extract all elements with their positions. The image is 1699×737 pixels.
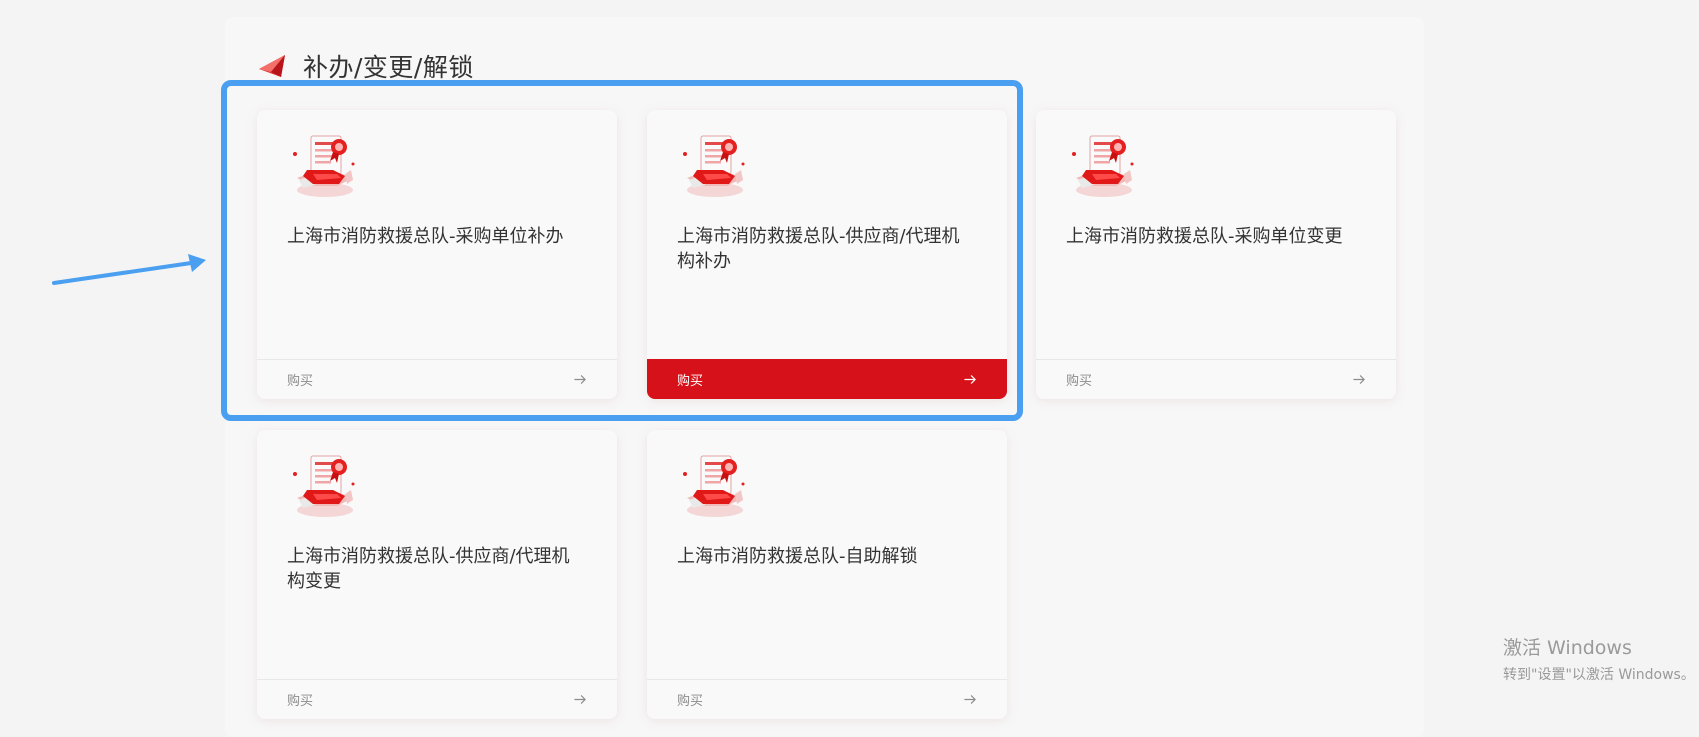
red-paper-plane-icon [259,55,285,77]
arrow-right-icon [574,693,587,706]
annotation-arrow-icon [52,254,206,285]
buy-label: 购买 [677,694,704,709]
watermark-subtitle: 转到"设置"以激活 Windows。 [1503,667,1695,683]
arrow-right-icon [964,373,977,386]
buy-label: 购买 [677,374,704,389]
buy-label: 购买 [1066,374,1093,389]
buy-button[interactable]: 购买 [647,679,1007,719]
product-card-self-unlock[interactable]: 上海市消防救援总队-自助解锁 购买 [647,430,1007,719]
certificate-document-icon [1068,130,1140,202]
arrow-right-icon [964,693,977,706]
arrow-right-icon [1353,373,1366,386]
section-header: 补办/变更/解锁 [257,48,474,84]
section-title: 补办/变更/解锁 [303,53,474,82]
buy-button[interactable]: 购买 [647,359,1007,399]
buy-button[interactable]: 购买 [257,359,617,399]
watermark-title: 激活 Windows [1503,637,1632,659]
certificate-document-icon [289,450,361,522]
card-title: 上海市消防救援总队-供应商/代理机构补办 [677,226,960,272]
card-title: 上海市消防救援总队-采购单位补办 [287,226,564,247]
product-card-supplier-change[interactable]: 上海市消防救援总队-供应商/代理机构变更 购买 [257,430,617,719]
buy-label: 购买 [287,694,314,709]
windows-activation-watermark: 激活 Windows 转到"设置"以激活 Windows。 [1503,633,1695,684]
arrow-right-icon [574,373,587,386]
product-card-purchaser-reissue[interactable]: 上海市消防救援总队-采购单位补办 购买 [257,110,617,399]
product-card-supplier-reissue[interactable]: 上海市消防救援总队-供应商/代理机构补办 购买 [647,110,1007,399]
product-card-purchaser-change[interactable]: 上海市消防救援总队-采购单位变更 购买 [1036,110,1396,399]
certificate-document-icon [679,450,751,522]
buy-label: 购买 [287,374,314,389]
card-title: 上海市消防救援总队-供应商/代理机构变更 [287,546,570,592]
certificate-document-icon [679,130,751,202]
buy-button[interactable]: 购买 [257,679,617,719]
card-title: 上海市消防救援总队-自助解锁 [677,546,918,567]
certificate-document-icon [289,130,361,202]
card-title: 上海市消防救援总队-采购单位变更 [1066,226,1343,247]
buy-button[interactable]: 购买 [1036,359,1396,399]
